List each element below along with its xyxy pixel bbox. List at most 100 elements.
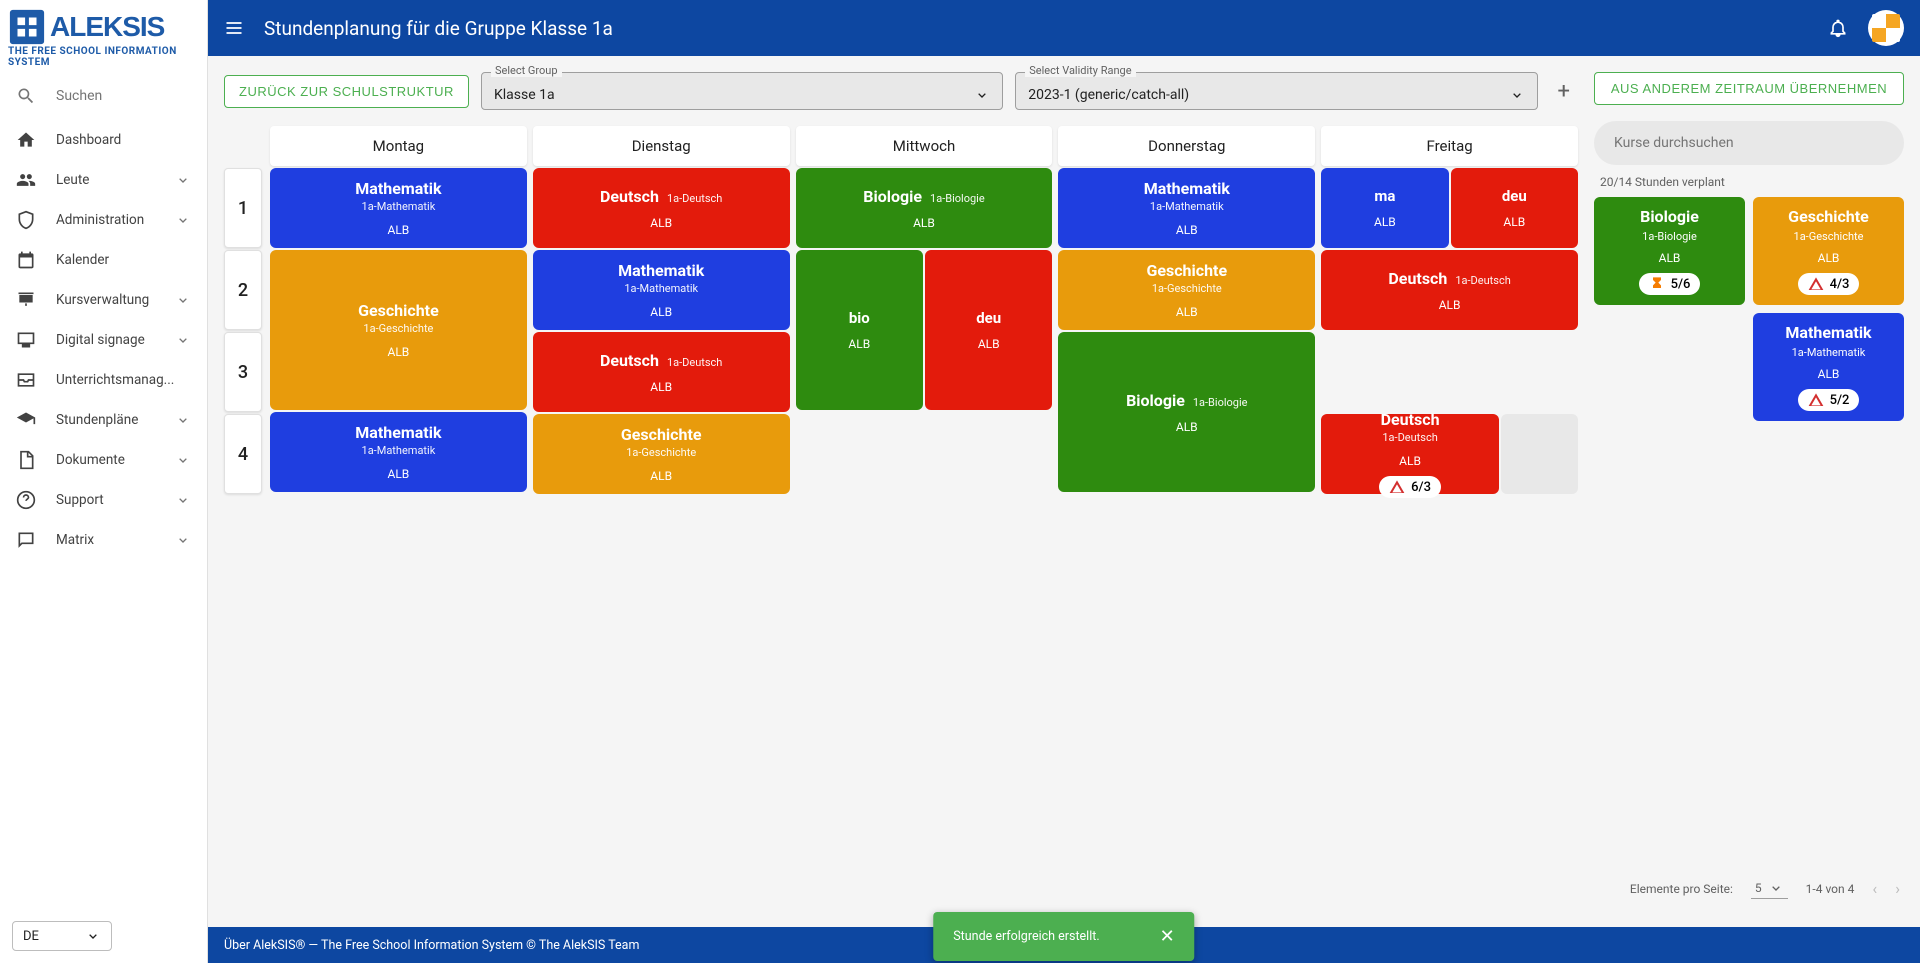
page-title: Stundenplanung für die Gruppe Klasse 1a xyxy=(264,17,613,40)
course-card[interactable]: Mathematik1a-MathematikALB5/2 xyxy=(1753,313,1904,421)
empty-slot[interactable] xyxy=(1501,414,1578,494)
nav-item-support[interactable]: Support xyxy=(0,480,207,520)
slot-row: Deutsch1a-DeutschALB xyxy=(533,332,790,412)
warning-icon xyxy=(1808,392,1824,408)
chevron-down-icon xyxy=(175,212,191,228)
course-search-input[interactable]: Kurse durchsuchen xyxy=(1594,121,1904,165)
slot-row: Mathematik1a-MathematikALB xyxy=(270,168,527,248)
nav-item-kalender[interactable]: Kalender xyxy=(0,240,207,280)
chevron-down-icon xyxy=(974,87,990,103)
day-col-mon: MontagMathematik1a-MathematikALBGeschich… xyxy=(270,126,527,494)
add-range-button[interactable]: + xyxy=(1550,79,1578,104)
nav-label: Unterrichtsmanag... xyxy=(56,372,174,388)
day-col-tue: DienstagDeutsch1a-DeutschALBMathematik1a… xyxy=(533,126,790,494)
nav-item-dashboard[interactable]: Dashboard xyxy=(0,120,207,160)
snackbar-close[interactable]: ✕ xyxy=(1160,926,1175,947)
range-select-value: 2023-1 (generic/catch-all) xyxy=(1028,87,1189,103)
courses-panel: AUS ANDEREM ZEITRAUM ÜBERNEHMEN Kurse du… xyxy=(1594,72,1904,911)
page-size-select[interactable]: 5 xyxy=(1751,878,1788,899)
search-input[interactable]: Suchen xyxy=(0,76,207,116)
slot-row: Deutsch1a-DeutschALB xyxy=(533,168,790,248)
chevron-down-icon xyxy=(175,412,191,428)
day-col-fri: FreitagmaALBdeuALBDeutsch1a-DeutschALBDe… xyxy=(1321,126,1578,494)
lesson-card[interactable]: Biologie1a-BiologieALB xyxy=(796,168,1053,248)
copy-button[interactable]: AUS ANDEREM ZEITRAUM ÜBERNEHMEN xyxy=(1594,72,1904,105)
chat-icon xyxy=(16,530,36,550)
sidebar: ALEKSIS THE FREE SCHOOL INFORMATION SYST… xyxy=(0,0,208,963)
back-button[interactable]: ZURÜCK ZUR SCHULSTRUKTUR xyxy=(224,75,469,108)
lesson-card[interactable]: Deutsch1a-DeutschALB xyxy=(533,168,790,248)
days-grid: MontagMathematik1a-MathematikALBGeschich… xyxy=(270,126,1578,494)
nav-item-matrix[interactable]: Matrix xyxy=(0,520,207,560)
lesson-card[interactable]: Biologie1a-BiologieALB xyxy=(1058,332,1315,492)
lesson-card[interactable]: Geschichte1a-GeschichteALB xyxy=(1058,250,1315,330)
lesson-card[interactable]: Deutsch1a-DeutschALB xyxy=(533,332,790,412)
nav-item-kursverwaltung[interactable]: Kursverwaltung xyxy=(0,280,207,320)
lesson-card[interactable]: Deutsch1a-DeutschALB xyxy=(1321,250,1578,330)
lesson-card[interactable]: maALB xyxy=(1321,168,1448,248)
nav-item-digital-signage[interactable]: Digital signage xyxy=(0,320,207,360)
range-select-label: Select Validity Range xyxy=(1025,64,1135,77)
lesson-card[interactable]: Mathematik1a-MathematikALB xyxy=(1058,168,1315,248)
lesson-card[interactable]: Mathematik1a-MathematikALB xyxy=(533,250,790,330)
nav-item-unterrichtsmanag-[interactable]: Unterrichtsmanag... xyxy=(0,360,207,400)
slot-row: Geschichte1a-GeschichteALB xyxy=(1058,250,1315,330)
page-prev[interactable]: ‹ xyxy=(1872,879,1877,898)
menu-icon[interactable] xyxy=(224,18,244,38)
lesson-card[interactable]: deuALB xyxy=(1451,168,1578,248)
chevron-down-icon xyxy=(1509,87,1525,103)
nav-item-dokumente[interactable]: Dokumente xyxy=(0,440,207,480)
logo-subtitle: THE FREE SCHOOL INFORMATION SYSTEM xyxy=(8,46,199,68)
avatar[interactable] xyxy=(1868,10,1904,46)
period-2: 2 xyxy=(224,250,262,330)
monitor-icon xyxy=(16,330,36,350)
periods-column: 1234 xyxy=(224,126,262,494)
badge: 6/3 xyxy=(1379,476,1441,498)
nav-item-stundenpl-ne[interactable]: Stundenpläne xyxy=(0,400,207,440)
slot-row: Geschichte1a-GeschichteALB xyxy=(533,414,790,494)
grad-icon xyxy=(16,410,36,430)
lesson-card[interactable]: deuALB xyxy=(925,250,1052,410)
lesson-card[interactable]: Mathematik1a-MathematikALB xyxy=(270,168,527,248)
page-size-label: Elemente pro Seite: xyxy=(1630,882,1733,896)
day-col-wed: MittwochBiologie1a-BiologieALBbioALBdeuA… xyxy=(796,126,1053,494)
page-next[interactable]: › xyxy=(1895,879,1900,898)
lesson-card[interactable]: Mathematik1a-MathematikALB xyxy=(270,412,527,492)
notifications-icon[interactable] xyxy=(1828,18,1848,38)
nav-item-administration[interactable]: Administration xyxy=(0,200,207,240)
language-value: DE xyxy=(23,929,39,944)
people-icon xyxy=(16,170,36,190)
nav-label: Administration xyxy=(56,212,144,228)
lesson-card[interactable]: Deutsch1a-DeutschALB6/3 xyxy=(1321,414,1499,494)
lesson-card[interactable]: bioALB xyxy=(796,250,923,410)
search-icon xyxy=(16,86,36,106)
help-icon xyxy=(16,490,36,510)
nav-label: Support xyxy=(56,492,104,508)
course-card[interactable]: Geschichte1a-GeschichteALB4/3 xyxy=(1753,197,1904,305)
pagination: Elemente pro Seite: 5 1-4 von 4 ‹ › xyxy=(1594,866,1904,911)
day-header: Montag xyxy=(270,126,527,166)
chevron-down-icon xyxy=(85,928,101,944)
day-header: Donnerstag xyxy=(1058,126,1315,166)
snackbar: Stunde erfolgreich erstellt. ✕ xyxy=(933,912,1194,961)
inbox-icon xyxy=(16,370,36,390)
timetable: 1234 MontagMathematik1a-MathematikALBGes… xyxy=(224,126,1578,494)
chevron-down-icon xyxy=(175,292,191,308)
language-select[interactable]: DE xyxy=(12,921,112,951)
course-card[interactable]: Biologie1a-BiologieALB5/6 xyxy=(1594,197,1745,305)
group-select[interactable]: Klasse 1a xyxy=(481,72,1003,110)
chevron-down-icon xyxy=(175,172,191,188)
lesson-card[interactable]: Geschichte1a-GeschichteALB xyxy=(270,250,527,410)
nav-label: Matrix xyxy=(56,532,94,548)
logo-icon xyxy=(8,8,46,46)
lesson-card[interactable]: Geschichte1a-GeschichteALB xyxy=(533,414,790,494)
slot-row: Deutsch1a-DeutschALB6/3 xyxy=(1321,414,1578,494)
chevron-down-icon xyxy=(1768,880,1784,896)
range-select[interactable]: 2023-1 (generic/catch-all) xyxy=(1015,72,1537,110)
period-3: 3 xyxy=(224,332,262,412)
course-search-placeholder: Kurse durchsuchen xyxy=(1614,135,1734,151)
nav-item-leute[interactable]: Leute xyxy=(0,160,207,200)
logo[interactable]: ALEKSIS THE FREE SCHOOL INFORMATION SYST… xyxy=(0,0,207,76)
nav-label: Leute xyxy=(56,172,89,188)
day-header: Mittwoch xyxy=(796,126,1053,166)
